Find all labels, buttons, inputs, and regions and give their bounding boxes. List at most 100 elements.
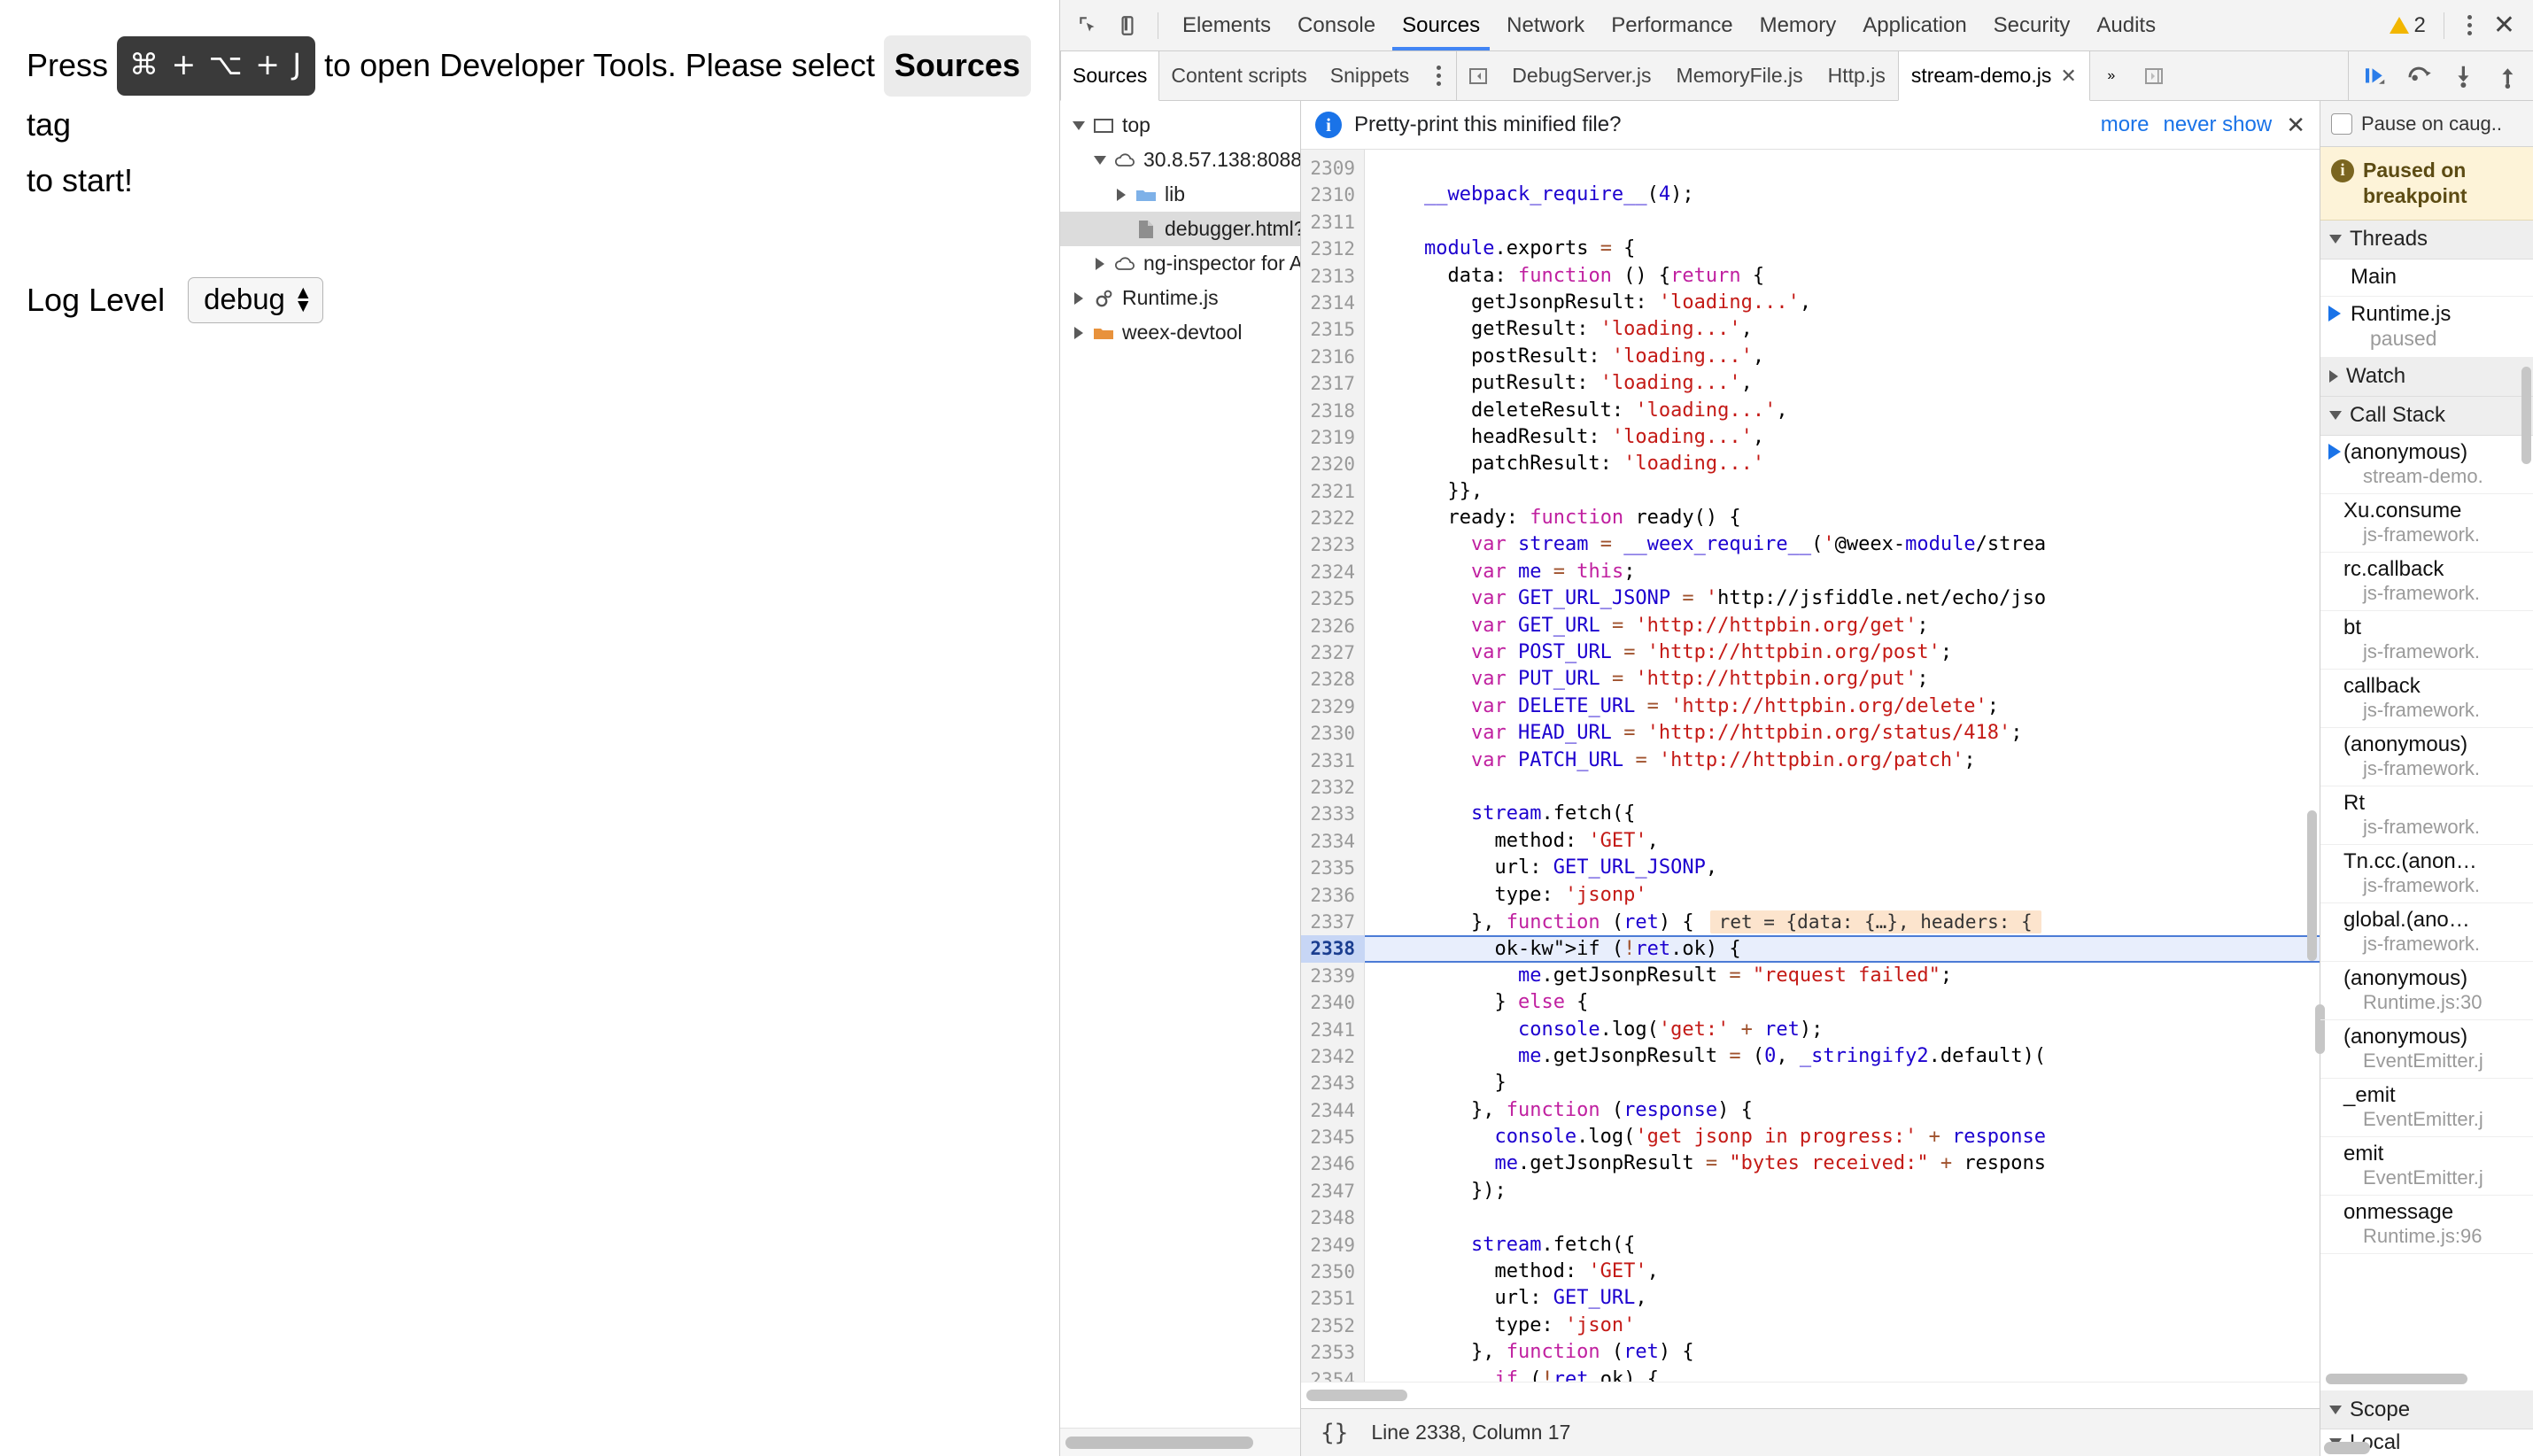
code-line[interactable]: var PUT_URL = 'http://httpbin.org/put'; bbox=[1365, 666, 2320, 693]
callstack-frame[interactable]: (anonymous) stream-demo. bbox=[2320, 436, 2533, 494]
twisty-closed-icon-3[interactable] bbox=[1067, 291, 1090, 305]
device-toolbar-icon[interactable] bbox=[1110, 8, 1145, 43]
callstack-frame[interactable]: Xu.consume js-framework. bbox=[2320, 494, 2533, 553]
file-tree-scroll-thumb[interactable] bbox=[1065, 1436, 1254, 1449]
code-editor[interactable]: 2309 2310 2311 2312 2313 2314 2315 2316 2317 2318… bbox=[1301, 150, 2320, 1382]
threads-section-header[interactable]: Threads bbox=[2320, 220, 2533, 259]
line-number[interactable]: 2310 bbox=[1301, 182, 1364, 208]
callstack-section-header[interactable]: Call Stack bbox=[2320, 396, 2533, 436]
nav-tab-content-scripts[interactable]: Content scripts bbox=[1159, 51, 1318, 100]
line-number[interactable]: 2331 bbox=[1301, 747, 1364, 774]
code-line[interactable]: var me = this; bbox=[1365, 559, 2320, 585]
step-over-icon[interactable] bbox=[2398, 56, 2439, 97]
code-line[interactable]: var GET_URL_JSONP = 'http://jsfiddle.net… bbox=[1365, 585, 2320, 612]
code-line[interactable]: type: 'json' bbox=[1365, 1313, 2320, 1339]
callstack-frame[interactable]: bt js-framework. bbox=[2320, 611, 2533, 670]
code-line[interactable]: me.getJsonpResult = "request failed"; bbox=[1365, 963, 2320, 989]
callstack-frame[interactable]: _emit EventEmitter.j bbox=[2320, 1079, 2533, 1137]
code-line[interactable]: me.getJsonpResult = "bytes received:" + … bbox=[1365, 1150, 2320, 1177]
callstack-list[interactable]: (anonymous) stream-demo. Xu.consume js-fram… bbox=[2320, 436, 2533, 1368]
code-line[interactable]: me.getJsonpResult = (0, _stringify2.defa… bbox=[1365, 1043, 2320, 1070]
code-line[interactable]: stream.fetch({ bbox=[1365, 801, 2320, 827]
line-number[interactable]: 2354 bbox=[1301, 1367, 1364, 1382]
line-number[interactable]: 2319 bbox=[1301, 424, 1364, 451]
code-line[interactable]: var POST_URL = 'http://httpbin.org/post'… bbox=[1365, 639, 2320, 666]
tree-item-host[interactable]: 30.8.57.138:8088 bbox=[1060, 143, 1300, 177]
tree-item-runtime-js[interactable]: Runtime.js bbox=[1060, 281, 1300, 315]
line-number[interactable]: 2311 bbox=[1301, 209, 1364, 236]
code-line[interactable]: if (!ret.ok) { bbox=[1365, 1367, 2320, 1382]
nav-tab-sources[interactable]: Sources bbox=[1060, 51, 1160, 101]
line-number[interactable]: 2348 bbox=[1301, 1204, 1364, 1231]
code-line[interactable]: url: GET_URL, bbox=[1365, 1285, 2320, 1312]
twisty-closed-icon-2[interactable] bbox=[1088, 257, 1112, 270]
line-number[interactable]: 2329 bbox=[1301, 693, 1364, 720]
tab-network[interactable]: Network bbox=[1493, 0, 1598, 50]
line-number[interactable]: 2336 bbox=[1301, 882, 1364, 909]
code-line[interactable]: ready: function ready() { bbox=[1365, 505, 2320, 531]
log-level-select[interactable]: debug ▲ ▼ bbox=[188, 277, 323, 323]
line-number[interactable]: 2349 bbox=[1301, 1232, 1364, 1259]
code-line[interactable]: stream.fetch({ bbox=[1365, 1232, 2320, 1259]
line-number[interactable]: 2340 bbox=[1301, 989, 1364, 1016]
thread-row-runtime[interactable]: Runtime.js paused bbox=[2320, 297, 2533, 358]
never-show-link[interactable]: never show bbox=[2163, 112, 2272, 137]
code-line[interactable]: method: 'GET', bbox=[1365, 828, 2320, 855]
code-line[interactable]: module.exports = { bbox=[1365, 236, 2320, 262]
line-number[interactable]: 2314 bbox=[1301, 290, 1364, 316]
code-line[interactable]: data: function () {return { bbox=[1365, 263, 2320, 290]
pause-on-exceptions-row[interactable]: Pause on caug.. bbox=[2320, 101, 2533, 147]
twisty-closed-icon[interactable] bbox=[1110, 188, 1133, 201]
code-line[interactable]: patchResult: 'loading...' bbox=[1365, 451, 2320, 477]
callstack-horizontal-scrollbar[interactable] bbox=[2320, 1367, 2533, 1390]
line-number[interactable]: 2332 bbox=[1301, 774, 1364, 801]
code-line[interactable]: var GET_URL = 'http://httpbin.org/get'; bbox=[1365, 613, 2320, 639]
tree-item-debugger-html[interactable]: debugger.html?sessionId=jaj21cq5 bbox=[1060, 212, 1300, 246]
line-number[interactable]: 2328 bbox=[1301, 666, 1364, 693]
format-braces-icon[interactable]: {} bbox=[1321, 1420, 1348, 1446]
file-tab-http[interactable]: Http.js bbox=[1816, 51, 1898, 100]
sidebar-bottom-scroll-thumb[interactable] bbox=[2324, 1442, 2370, 1454]
line-number[interactable]: 2350 bbox=[1301, 1259, 1364, 1285]
tab-audits[interactable]: Audits bbox=[2083, 0, 2169, 50]
twisty-open-icon-2[interactable] bbox=[1088, 155, 1112, 165]
line-number[interactable]: 2346 bbox=[1301, 1150, 1364, 1177]
tab-overflow-icon[interactable]: » bbox=[2090, 51, 2133, 100]
callstack-frame[interactable]: Tn.cc.(anon… js-framework. bbox=[2320, 845, 2533, 903]
tab-security[interactable]: Security bbox=[1980, 0, 2084, 50]
code-line[interactable]: var DELETE_URL = 'http://httpbin.org/del… bbox=[1365, 693, 2320, 720]
line-number[interactable]: 2320 bbox=[1301, 451, 1364, 477]
watch-section-header[interactable]: Watch bbox=[2320, 357, 2533, 397]
line-number[interactable]: 2318 bbox=[1301, 398, 1364, 424]
file-tab-debugserver[interactable]: DebugServer.js bbox=[1499, 51, 1663, 100]
tab-application[interactable]: Application bbox=[1849, 0, 1979, 50]
line-number[interactable]: 2316 bbox=[1301, 344, 1364, 370]
line-number[interactable]: 2333 bbox=[1301, 801, 1364, 827]
editor-hscroll-thumb[interactable] bbox=[1306, 1390, 1407, 1401]
code-line[interactable]: } bbox=[1365, 1070, 2320, 1096]
callstack-frame[interactable]: callback js-framework. bbox=[2320, 670, 2533, 728]
warning-badge[interactable]: 2 bbox=[2389, 13, 2426, 38]
code-line[interactable] bbox=[1365, 155, 2320, 182]
code-line[interactable]: getJsonpResult: 'loading...', bbox=[1365, 290, 2320, 316]
sidebar-vertical-scroll-thumb[interactable] bbox=[2521, 367, 2531, 464]
code-line[interactable]: }, function (ret) {ret = {data: {…}, hea… bbox=[1365, 909, 2320, 935]
code-line[interactable]: } else { bbox=[1365, 989, 2320, 1016]
code-line[interactable]: postResult: 'loading...', bbox=[1365, 344, 2320, 370]
code-line[interactable] bbox=[1365, 774, 2320, 801]
close-infobar-icon[interactable]: ✕ bbox=[2286, 112, 2305, 139]
code-line[interactable]: var PATCH_URL = 'http://httpbin.org/patc… bbox=[1365, 747, 2320, 774]
line-number-current[interactable]: 2338 bbox=[1301, 935, 1377, 963]
code-content[interactable]: __webpack_require__(4); module.exports =… bbox=[1365, 150, 2320, 1382]
editor-vertical-scrollbar[interactable] bbox=[2305, 155, 2320, 1382]
line-number[interactable]: 2342 bbox=[1301, 1043, 1364, 1070]
tree-item-top[interactable]: top bbox=[1060, 108, 1300, 143]
line-number[interactable]: 2330 bbox=[1301, 720, 1364, 747]
line-number[interactable]: 2315 bbox=[1301, 316, 1364, 343]
code-line[interactable]: var HEAD_URL = 'http://httpbin.org/statu… bbox=[1365, 720, 2320, 747]
line-number[interactable]: 2312 bbox=[1301, 236, 1364, 262]
tab-sources[interactable]: Sources bbox=[1389, 0, 1493, 50]
line-number[interactable]: 2347 bbox=[1301, 1178, 1364, 1204]
code-line[interactable]: }, function (response) { bbox=[1365, 1097, 2320, 1124]
line-number[interactable]: 2343 bbox=[1301, 1070, 1364, 1096]
